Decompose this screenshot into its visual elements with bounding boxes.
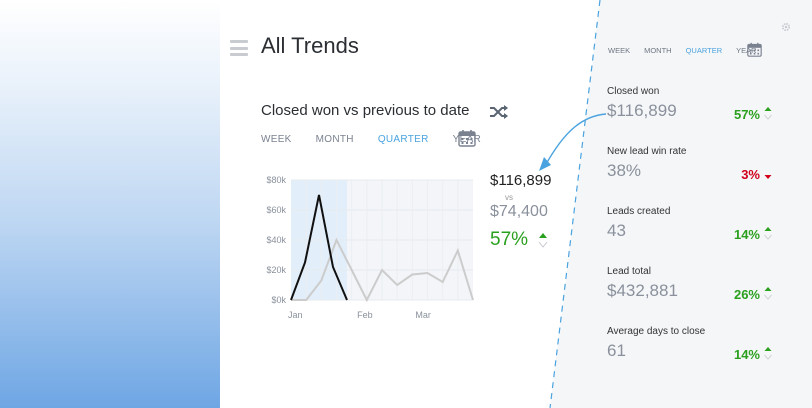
metric-average-days-to-close[interactable]: Average days to close 61 14% bbox=[607, 326, 772, 362]
sidebar-tab-quarter[interactable]: QUARTER bbox=[686, 46, 723, 55]
shuffle-icon[interactable] bbox=[489, 104, 509, 120]
metric-label: Leads created bbox=[607, 206, 671, 217]
metric-label: Closed won bbox=[607, 86, 660, 97]
hamburger-icon[interactable] bbox=[230, 40, 248, 56]
trend-up-icon bbox=[764, 347, 772, 360]
metric-label: Average days to close bbox=[607, 326, 706, 337]
calendar-icon[interactable] bbox=[458, 129, 476, 147]
metric-label: Lead total bbox=[607, 266, 651, 277]
metric-percent: 14% bbox=[733, 347, 760, 362]
y-tick-label: $20k bbox=[266, 265, 286, 275]
trend-up-icon bbox=[538, 233, 548, 248]
metric-lead-total[interactable]: Lead total $432,881 26% bbox=[607, 266, 772, 302]
metric-leads-created[interactable]: Leads created 43 14% bbox=[607, 206, 772, 242]
background-gradient bbox=[0, 0, 220, 408]
sidebar-tab-week[interactable]: WEEK bbox=[608, 46, 630, 55]
tab-week[interactable]: WEEK bbox=[261, 134, 292, 145]
y-tick-label: $80k bbox=[266, 175, 286, 185]
metric-percent: 14% bbox=[733, 227, 760, 242]
metric-percent: 26% bbox=[733, 287, 760, 302]
trend-up-icon bbox=[764, 107, 772, 120]
pointer-arrow-icon bbox=[539, 113, 607, 171]
y-tick-label: $60k bbox=[266, 205, 286, 215]
metric-label: New lead win rate bbox=[607, 146, 687, 157]
trend-up-icon bbox=[764, 287, 772, 300]
x-tick-label: Jan bbox=[288, 310, 303, 320]
comparison-vs-label: vs bbox=[505, 193, 513, 202]
x-tick-label: Mar bbox=[415, 310, 431, 320]
tab-quarter[interactable]: QUARTER bbox=[378, 134, 429, 145]
metric-new-lead-win-rate[interactable]: New lead win rate 38% 3% bbox=[607, 146, 772, 182]
trend-up-icon bbox=[764, 227, 772, 240]
gear-icon[interactable] bbox=[781, 22, 791, 32]
comparison-current-value: $116,899 bbox=[490, 172, 552, 189]
page-title: All Trends bbox=[261, 33, 359, 58]
comparison-percent: 57% bbox=[490, 229, 529, 250]
sidebar-tab-month[interactable]: MONTH bbox=[644, 46, 672, 55]
trend-down-icon bbox=[764, 175, 772, 179]
comparison-previous-value: $74,400 bbox=[490, 203, 548, 220]
trend-chart: $80k $60k $40k $20k $0kJan Feb Mar bbox=[266, 175, 474, 320]
sidebar-calendar-icon[interactable] bbox=[747, 42, 762, 57]
y-tick-label: $0k bbox=[271, 295, 286, 305]
metric-percent: 3% bbox=[741, 167, 760, 182]
tab-month[interactable]: MONTH bbox=[316, 134, 354, 145]
metric-percent: 57% bbox=[733, 107, 760, 122]
metric-closed-won[interactable]: Closed won $116,899 57% bbox=[607, 86, 772, 122]
card-title: Closed won vs previous to date bbox=[261, 102, 470, 119]
y-tick-label: $40k bbox=[266, 235, 286, 245]
x-tick-label: Feb bbox=[357, 310, 373, 320]
